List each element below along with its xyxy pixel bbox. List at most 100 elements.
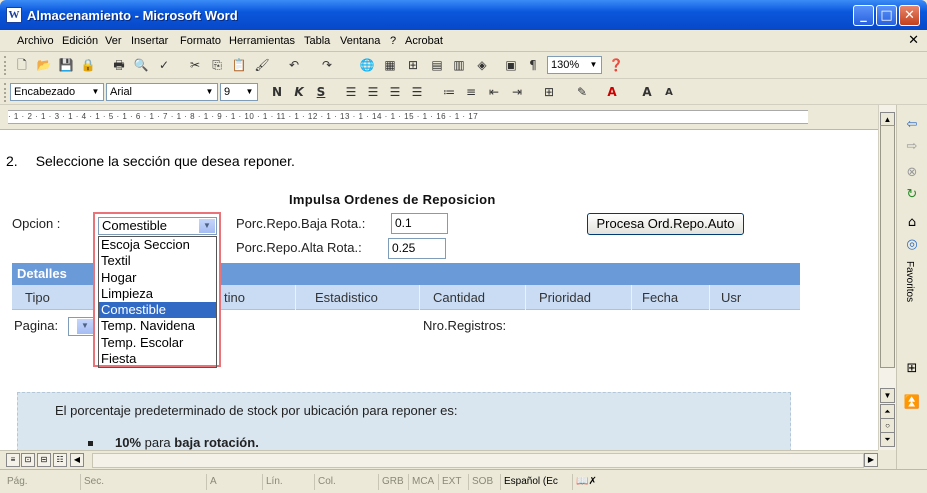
font-color-icon[interactable]: A	[603, 84, 621, 101]
menu-acrobat[interactable]: Acrobat	[405, 35, 443, 47]
web-view-icon[interactable]: ⊡	[21, 453, 35, 467]
spelling-icon[interactable]: ✓	[155, 57, 173, 74]
menu-ver[interactable]: Ver	[105, 35, 122, 47]
status-record[interactable]: GRB	[378, 474, 408, 490]
search-icon[interactable]: ◎	[902, 235, 922, 255]
justify-icon[interactable]: ☰	[408, 84, 426, 101]
align-center-icon[interactable]: ☰	[364, 84, 382, 101]
toolbar-grip[interactable]	[4, 56, 7, 75]
column-destino[interactable]: tino	[224, 290, 245, 305]
baja-rotacion-input[interactable]: 0.1	[391, 213, 448, 234]
normal-view-icon[interactable]: ≡	[6, 453, 20, 467]
option-escoja-seccion[interactable]: Escoja Seccion	[99, 237, 216, 253]
home-icon[interactable]: ⌂	[902, 213, 922, 233]
option-fiesta[interactable]: Fiesta	[99, 351, 216, 367]
scroll-right-icon[interactable]: ▶	[864, 453, 878, 467]
menu-edicion[interactable]: Edición	[62, 35, 98, 47]
cut-icon[interactable]: ✂	[186, 57, 204, 74]
favoritos-label[interactable]: Favoritos	[904, 261, 915, 302]
status-extend[interactable]: EXT	[438, 474, 468, 490]
decrease-indent-icon[interactable]: ⇤	[485, 84, 503, 101]
back-arrow-icon[interactable]: ⇦	[902, 115, 922, 135]
column-estadistico[interactable]: Estadistico	[315, 290, 378, 305]
align-right-icon[interactable]: ☰	[386, 84, 404, 101]
previous-page-icon[interactable]: ⏶	[880, 404, 895, 419]
browse-object-icon[interactable]: ○	[880, 418, 895, 433]
forward-arrow-icon[interactable]: ⇨	[902, 137, 922, 157]
column-prioridad[interactable]: Prioridad	[539, 290, 591, 305]
column-cantidad[interactable]: Cantidad	[433, 290, 485, 305]
bold-icon[interactable]: N	[268, 84, 286, 101]
menu-ventana[interactable]: Ventana	[340, 35, 380, 47]
next-page-icon[interactable]: ⏷	[880, 432, 895, 447]
print-preview-icon[interactable]: 🔍	[132, 57, 150, 74]
scroll-left-icon[interactable]: ◀	[70, 453, 84, 467]
redo-icon[interactable]: ↷	[318, 57, 336, 74]
insert-excel-icon[interactable]: ▤	[428, 57, 446, 74]
grow-font-icon[interactable]: A	[638, 84, 656, 101]
pane-menu-icon[interactable]: ⊞	[902, 359, 922, 379]
style-select[interactable]: Encabezado ▼	[10, 83, 104, 101]
menu-herramientas[interactable]: Herramientas	[229, 35, 295, 47]
underline-icon[interactable]: S	[312, 84, 330, 101]
zoom-select[interactable]: 130% ▼	[547, 56, 602, 74]
drawing-icon[interactable]: ◈	[473, 57, 491, 74]
close-document-icon[interactable]: ✕	[908, 33, 919, 48]
outline-view-icon[interactable]: ☷	[53, 453, 67, 467]
column-tipo[interactable]: Tipo	[25, 290, 50, 305]
option-temp-navidena[interactable]: Temp. Navidena	[99, 318, 216, 334]
procesa-ord-repo-button[interactable]: Procesa Ord.Repo.Auto	[587, 213, 744, 235]
option-hogar[interactable]: Hogar	[99, 270, 216, 286]
scroll-thumb[interactable]	[880, 125, 895, 368]
help-icon[interactable]: ❓	[607, 57, 625, 74]
pagina-select[interactable]: ▼	[68, 317, 95, 336]
align-left-icon[interactable]: ☰	[342, 84, 360, 101]
permission-icon[interactable]: 🔒	[79, 57, 97, 74]
highlight-icon[interactable]: ✎	[573, 84, 591, 101]
font-select[interactable]: Arial ▼	[106, 83, 218, 101]
increase-indent-icon[interactable]: ⇥	[508, 84, 526, 101]
refresh-icon[interactable]: ↻	[902, 185, 922, 205]
alta-rotacion-input[interactable]: 0.25	[388, 238, 446, 259]
option-temp-escolar[interactable]: Temp. Escolar	[99, 335, 216, 351]
horizontal-scroll-track[interactable]	[92, 453, 864, 468]
open-folder-icon[interactable]: 📂	[35, 57, 53, 74]
borders-icon[interactable]: ⊞	[540, 84, 558, 101]
ruler-strip[interactable]: · 1 · 2 · 1 · 3 · 1 · 4 · 1 · 5 · 1 · 6 …	[8, 110, 808, 124]
save-icon[interactable]: 💾	[57, 57, 75, 74]
format-painter-icon[interactable]: 🖌	[253, 57, 271, 74]
shrink-font-icon[interactable]: A	[660, 84, 678, 101]
scroll-down-icon[interactable]: ▼	[880, 388, 895, 403]
minimize-button[interactable]: _	[853, 5, 874, 26]
paste-icon[interactable]: 📋	[230, 57, 248, 74]
print-layout-icon[interactable]: ⊟	[37, 453, 51, 467]
menu-formato[interactable]: Formato	[180, 35, 221, 47]
menu-insertar[interactable]: Insertar	[131, 35, 168, 47]
menu-archivo[interactable]: Archivo	[17, 35, 54, 47]
font-size-select[interactable]: 9 ▼	[220, 83, 258, 101]
new-document-icon[interactable]: 🗋	[13, 57, 31, 74]
numbering-icon[interactable]: ≔	[440, 84, 458, 101]
copy-icon[interactable]: ⎘	[208, 57, 226, 74]
italic-icon[interactable]: K	[290, 84, 308, 101]
dropdown-selected[interactable]: Comestible ▼	[98, 217, 217, 235]
print-icon[interactable]: 🖶	[110, 57, 128, 74]
hyperlink-icon[interactable]: 🌐	[358, 57, 376, 74]
insert-table-icon[interactable]: ⊞	[404, 57, 422, 74]
status-overtype[interactable]: SOB	[468, 474, 500, 490]
columns-icon[interactable]: ▥	[450, 57, 468, 74]
bullets-icon[interactable]: ≡	[462, 84, 480, 101]
stop-icon[interactable]: ⊗	[902, 163, 922, 183]
tables-borders-icon[interactable]: ▦	[381, 57, 399, 74]
word-app-icon[interactable]: W	[6, 7, 22, 23]
close-button[interactable]: ✕	[899, 5, 920, 26]
menu-tabla[interactable]: Tabla	[304, 35, 330, 47]
status-track-changes[interactable]: MCA	[408, 474, 438, 490]
column-fecha[interactable]: Fecha	[642, 290, 678, 305]
option-limpieza[interactable]: Limpieza	[99, 286, 216, 302]
scroll-up-pane-icon[interactable]: ⏫	[902, 393, 922, 413]
column-usr[interactable]: Usr	[721, 290, 741, 305]
vertical-scrollbar[interactable]: ▲ ▼ ⏶ ○ ⏷	[878, 105, 896, 450]
undo-icon[interactable]: ↶	[285, 57, 303, 74]
show-hide-icon[interactable]: ¶	[524, 57, 542, 74]
